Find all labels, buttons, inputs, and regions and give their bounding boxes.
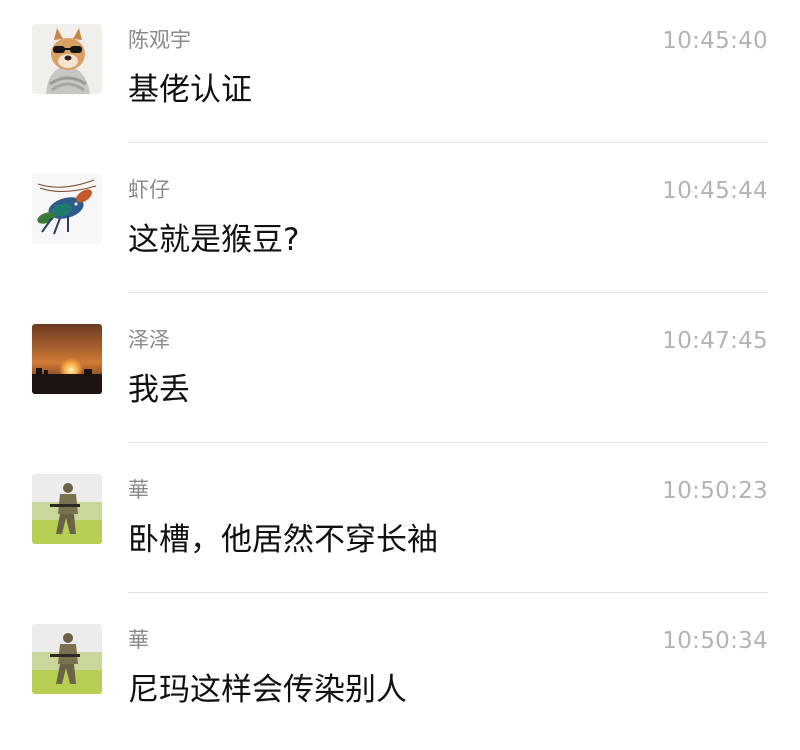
list-item[interactable]: 陈观宇 10:45:40 基佬认证 xyxy=(0,0,800,150)
sender-name: 華 xyxy=(128,628,149,652)
message-time: 10:50:34 xyxy=(662,628,768,654)
lobster-icon xyxy=(32,174,102,244)
message-text: 卧槽，他居然不穿长袖 xyxy=(128,522,438,558)
list-item[interactable]: 華 10:50:34 尼玛这样会传染别人 xyxy=(0,600,800,750)
divider xyxy=(128,442,768,443)
sunset-icon xyxy=(32,324,102,394)
message-time: 10:47:45 xyxy=(662,328,768,354)
avatar[interactable] xyxy=(32,474,102,544)
divider xyxy=(128,592,768,593)
message-text: 我丢 xyxy=(128,372,190,408)
avatar[interactable] xyxy=(32,174,102,244)
avatar[interactable] xyxy=(32,324,102,394)
avatar[interactable] xyxy=(32,624,102,694)
sender-name: 泽泽 xyxy=(128,328,170,352)
message-text: 这就是猴豆? xyxy=(128,222,300,258)
message-time: 10:50:23 xyxy=(662,478,768,504)
list-item[interactable]: 泽泽 10:47:45 我丢 xyxy=(0,300,800,450)
soldier-icon xyxy=(32,624,102,694)
divider xyxy=(128,292,768,293)
list-item[interactable]: 虾仔 10:45:44 这就是猴豆? xyxy=(0,150,800,300)
list-item[interactable]: 華 10:50:23 卧槽，他居然不穿长袖 xyxy=(0,450,800,600)
message-time: 10:45:44 xyxy=(662,178,768,204)
sender-name: 陈观宇 xyxy=(128,28,191,52)
soldier-icon xyxy=(32,474,102,544)
dog-with-sunglasses-icon xyxy=(32,24,102,94)
message-text: 尼玛这样会传染别人 xyxy=(128,672,407,708)
message-list: 陈观宇 10:45:40 基佬认证 虾仔 10:45:44 这就是猴豆? 泽泽 … xyxy=(0,0,800,749)
sender-name: 華 xyxy=(128,478,149,502)
sender-name: 虾仔 xyxy=(128,178,170,202)
message-time: 10:45:40 xyxy=(662,28,768,54)
avatar[interactable] xyxy=(32,24,102,94)
divider xyxy=(128,142,768,143)
message-text: 基佬认证 xyxy=(128,72,252,108)
